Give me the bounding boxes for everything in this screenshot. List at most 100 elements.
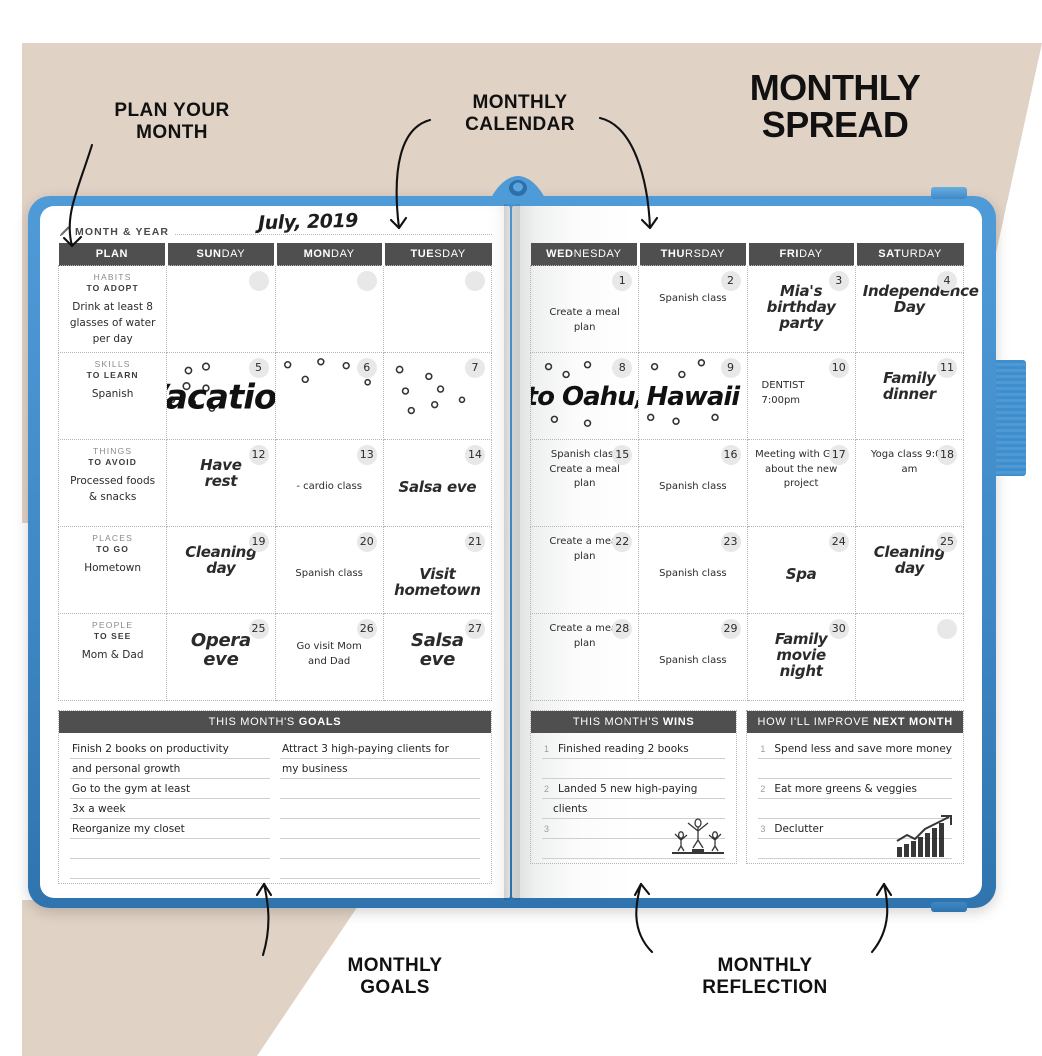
day-cell[interactable]: 12 Have rest	[166, 439, 276, 527]
goal-line[interactable]	[280, 819, 480, 839]
goal-line[interactable]: Reorganize my closet	[70, 819, 270, 839]
column-header-sunday: SUNDAY	[166, 243, 277, 266]
plan-section-skills[interactable]: SKILLS TO LEARN Spanish	[57, 352, 168, 440]
goal-line[interactable]	[70, 839, 270, 859]
day-cell[interactable]: 3 Mia's birthday party	[746, 265, 856, 353]
vacation-banner[interactable]: Vacation	[168, 378, 274, 418]
day-cell[interactable]: 4 Independence Day	[854, 265, 979, 353]
plan-body-text[interactable]: Hometown	[59, 561, 166, 577]
day-cell[interactable]: 19 Cleaning day	[166, 526, 276, 614]
plan-section-things[interactable]: THINGS TO AVOID Processed foods & snacks	[57, 439, 168, 527]
column-header-wednesday: WEDNESDAY	[530, 243, 641, 266]
goal-line[interactable]: 3x a week	[70, 799, 270, 819]
day-cell[interactable]: 25 Cleaning day	[854, 526, 965, 614]
day-cell[interactable]: 10 DENTIST 7:00pm	[746, 352, 856, 440]
day-cell[interactable]: 20 Spanish class	[274, 526, 384, 614]
plan-section-places[interactable]: PLACES TO GO Hometown	[57, 526, 168, 614]
page-title: MONTHLY SPREAD	[749, 67, 921, 145]
day-cell[interactable]: 14 Salsa eve	[382, 439, 493, 527]
day-cell[interactable]: 23 Spanish class	[638, 526, 748, 614]
day-cell[interactable]	[382, 265, 493, 353]
plan-body-text[interactable]: Drink at least 8 glasses of water per da…	[59, 300, 166, 347]
plan-title-top: PEOPLE	[92, 620, 134, 630]
day-number: 24	[828, 532, 849, 552]
goal-line[interactable]: my business	[280, 759, 480, 779]
calendar-week-row: PEOPLE TO SEE Mom & Dad 25 Opera eve 26 Go v…	[57, 613, 493, 701]
day-cell[interactable]: 11 Family dinner	[854, 352, 965, 440]
day-number: 18	[937, 445, 957, 465]
improve-line[interactable]: 1 Spend less and save more money	[758, 739, 952, 759]
day-cell[interactable]: 22 Create a meal plan	[529, 526, 640, 614]
celebration-people-icon	[672, 818, 725, 854]
monthly-wins-box: THIS MONTH'S WINS 1 Finished reading 2 bo…	[530, 710, 738, 864]
calendar-week-row: PLACES TO GO Hometown 19 Cleaning day 20 Spa…	[57, 526, 493, 614]
day-cell[interactable]: 17 Meeting with Greg about the new project	[746, 439, 856, 527]
goals-left-column: Finish 2 books on productivity and perso…	[65, 739, 275, 879]
day-number	[356, 271, 377, 291]
day-number: 17	[828, 445, 849, 465]
plan-section-habits[interactable]: HABITS TO ADOPT Drink at least 8 glasses …	[57, 265, 168, 353]
wins-line[interactable]: 2 Landed 5 new high-paying	[542, 779, 726, 799]
improve-line[interactable]: 2 Eat more greens & veggies	[758, 779, 952, 799]
day-cell[interactable]: 21 Visit hometown	[382, 526, 493, 614]
goal-line[interactable]	[280, 779, 480, 799]
monthly-reflection-row: THIS MONTH'S WINS 1 Finished reading 2 bo…	[530, 701, 964, 864]
plan-body-text[interactable]: Processed foods & snacks	[59, 474, 166, 506]
day-cell[interactable]: 24 Spa	[746, 526, 856, 614]
day-cell[interactable]: 18 Yoga class 9:00 am	[854, 439, 965, 527]
column-header-plan: PLAN	[58, 243, 169, 266]
day-cell[interactable]	[854, 613, 965, 701]
trip-banner[interactable]: to Oahu,	[532, 382, 638, 412]
calendar-week-row: 8 to Oahu, 9 Hawaii 10 DENTIST 7:00pm 11…	[529, 352, 965, 440]
plan-body-text[interactable]: Spanish	[59, 387, 166, 403]
goal-line[interactable]	[70, 859, 270, 879]
goal-line[interactable]: Go to the gym at least	[70, 779, 270, 799]
day-cell[interactable]: 15 Spanish class Create a meal plan	[529, 439, 640, 527]
wins-header: THIS MONTH'S WINS	[531, 711, 737, 733]
calendar-week-row: 22 Create a meal plan 23 Spanish class 24 S…	[529, 526, 965, 614]
plan-section-people[interactable]: PEOPLE TO SEE Mom & Dad	[57, 613, 168, 701]
goal-line[interactable]: Finish 2 books on productivity	[70, 739, 270, 759]
day-cell[interactable]: 13- cardio class	[274, 439, 384, 527]
month-year-value[interactable]: July, 2019	[258, 210, 358, 235]
day-cell[interactable]: 25 Opera eve	[166, 613, 276, 701]
day-number: 3	[828, 271, 849, 291]
goal-line[interactable]	[280, 859, 480, 879]
day-number: 25	[248, 619, 269, 639]
improve-line[interactable]	[758, 759, 952, 779]
day-cell[interactable]: 7	[382, 352, 493, 440]
plan-title-top: THINGS	[92, 446, 133, 456]
day-cell[interactable]: 27 Salsa eve	[382, 613, 493, 701]
day-cell[interactable]: 9 Hawaii	[638, 352, 748, 440]
day-cell[interactable]: 1 Create a meal plan	[529, 265, 640, 353]
day-cell[interactable]: 8 to Oahu,	[529, 352, 640, 440]
goal-line[interactable]	[280, 839, 480, 859]
day-cell[interactable]: 29 Spanish class	[638, 613, 748, 701]
day-cell[interactable]: 28 Create a meal plan	[529, 613, 640, 701]
goal-line[interactable]	[280, 799, 480, 819]
pen-icon	[59, 226, 70, 237]
left-calendar-header-row: PLAN SUNDAY MONDAY TUESDAY	[58, 243, 492, 266]
day-number: 14	[465, 445, 485, 465]
day-number: 8	[612, 358, 633, 378]
goal-line[interactable]: Attract 3 high-paying clients for	[280, 739, 480, 759]
day-cell[interactable]: 30 Family movie night	[746, 613, 856, 701]
day-cell[interactable]: 2 Spanish class	[638, 265, 748, 353]
day-cell[interactable]	[274, 265, 384, 353]
day-cell[interactable]: 26 Go visit Mom and Dad	[274, 613, 384, 701]
day-cell[interactable]	[166, 265, 276, 353]
day-number: 21	[465, 532, 485, 552]
day-number	[248, 271, 269, 291]
trip-banner[interactable]: Hawaii	[647, 382, 741, 412]
day-cell[interactable]: 6	[274, 352, 384, 440]
plan-body-text[interactable]: Mom & Dad	[59, 648, 166, 664]
day-cell[interactable]: 16 Spanish class	[638, 439, 748, 527]
day-cell[interactable]: 5 Vacation	[166, 352, 276, 440]
bookmark-tab-icon	[996, 360, 1026, 476]
day-number: 9	[720, 358, 741, 378]
annotation-monthly-goals: MONTHLY GOALS	[347, 955, 443, 999]
day-number	[937, 619, 957, 639]
wins-line[interactable]: 1 Finished reading 2 books	[542, 739, 726, 759]
goal-line[interactable]: and personal growth	[70, 759, 270, 779]
wins-line[interactable]	[542, 759, 726, 779]
